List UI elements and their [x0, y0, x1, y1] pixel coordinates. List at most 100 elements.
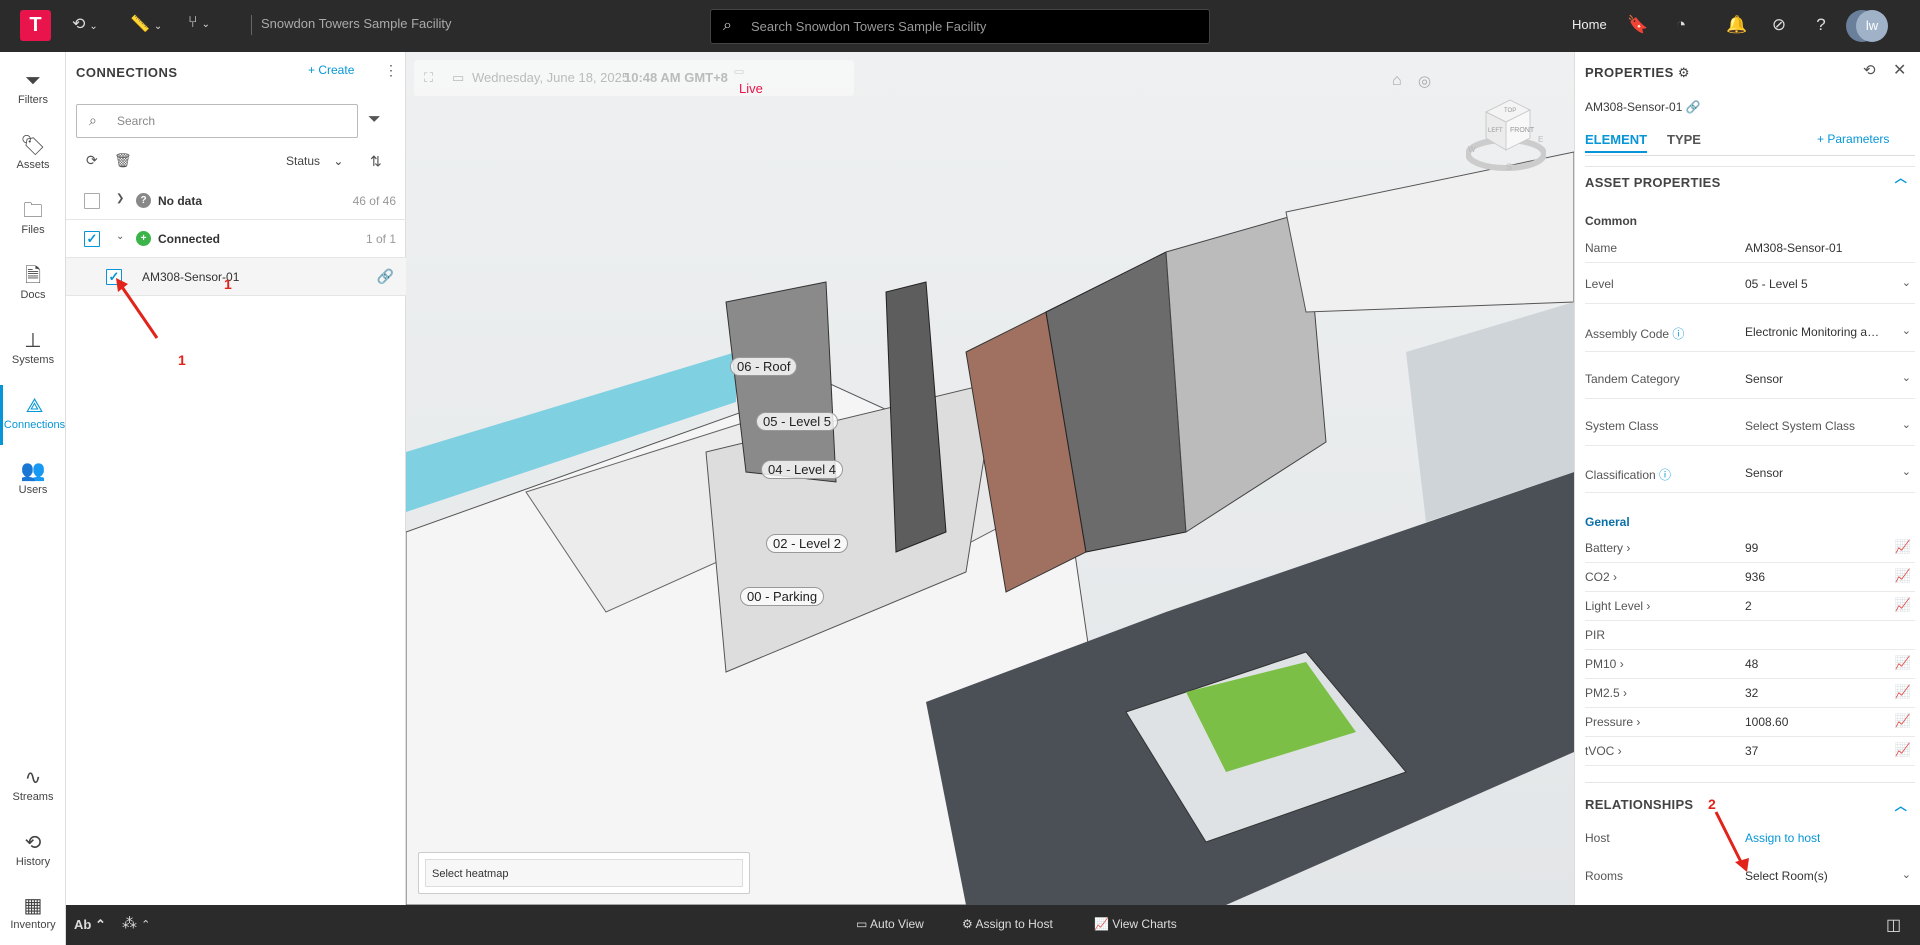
level-label-parking[interactable]: 00 - Parking — [740, 587, 825, 606]
property-row-system-class[interactable]: System Class Select System Class ⌄ — [1585, 412, 1915, 446]
link-icon[interactable]: 🔗 — [377, 268, 394, 285]
chart-icon[interactable]: 📈 — [1895, 713, 1911, 729]
help-icon[interactable]: ? — [1810, 14, 1832, 36]
calendar-icon[interactable]: ▭ — [452, 70, 464, 86]
chevron-down-icon[interactable]: ⌄ — [116, 231, 124, 242]
level-label-4[interactable]: 04 - Level 4 — [761, 460, 843, 479]
assign-to-host-button[interactable]: ⚙ Assign to Host — [962, 917, 1053, 931]
group-row-connected[interactable]: ✓ ⌄ + Connected 1 of 1 — [66, 220, 406, 258]
chart-icon[interactable]: 📈 — [1895, 742, 1911, 758]
property-row-pm25[interactable]: PM2.5 › 32 📈 — [1585, 679, 1915, 708]
property-row-pm10[interactable]: PM10 › 48 📈 — [1585, 650, 1915, 679]
property-row-tvoc[interactable]: tVOC › 37 📈 — [1585, 737, 1915, 766]
chart-icon[interactable]: 📈 — [1895, 597, 1911, 613]
orbit-tool-button[interactable]: ⟲ ⌄ — [72, 14, 112, 38]
home-link[interactable]: Home — [1572, 17, 1607, 32]
delete-icon[interactable]: 🗑 — [114, 152, 132, 169]
rail-item-docs[interactable]: 🗎 Docs — [0, 255, 66, 315]
sort-icon[interactable]: ⇅ — [370, 153, 382, 170]
property-row-pir[interactable]: PIR — [1585, 621, 1915, 650]
chevron-right-icon[interactable]: ❯ — [116, 193, 124, 204]
dashboard-icon[interactable]: ◔ — [1670, 14, 1692, 36]
bell-icon[interactable]: 🔔 — [1726, 14, 1748, 36]
chart-icon[interactable]: 📈 — [1895, 539, 1911, 555]
level-label-roof[interactable]: 06 - Roof — [730, 357, 798, 376]
assign-to-host-link[interactable]: Assign to host — [1745, 831, 1820, 845]
expand-icon[interactable]: ⛶ — [424, 70, 433, 86]
status-dropdown[interactable]: Status ⌄ — [286, 154, 343, 168]
heatmap-select-label[interactable]: Select heatmap — [425, 859, 743, 887]
date-label[interactable]: Wednesday, June 18, 2025 — [472, 70, 629, 85]
chevron-up-icon[interactable]: ︿ — [1895, 797, 1907, 814]
property-row-light-level[interactable]: Light Level › 2 📈 — [1585, 592, 1915, 621]
view-cube[interactable]: TOP LEFT FRONT S W E — [1466, 92, 1546, 172]
info-icon[interactable]: ⓘ — [1672, 327, 1684, 341]
rail-item-files[interactable]: 🗀 Files — [0, 190, 66, 250]
rail-item-users[interactable]: 👥 Users — [0, 450, 66, 510]
info-icon[interactable]: ⓘ — [1659, 468, 1671, 482]
facility-name[interactable]: Snowdon Towers Sample Facility — [261, 16, 452, 31]
panel-toggle-icon[interactable]: ◫ — [1886, 915, 1901, 935]
chevron-down-icon[interactable]: ⌄ — [1902, 418, 1911, 431]
building-model[interactable] — [406, 52, 1574, 905]
property-row-battery[interactable]: Battery › 99 📈 — [1585, 534, 1915, 563]
group-checkbox[interactable]: ✓ — [84, 231, 100, 247]
chevron-down-icon[interactable]: ⌄ — [1902, 465, 1911, 478]
close-icon[interactable]: ✕ — [1893, 60, 1906, 80]
filter-icon[interactable]: ⏷ — [368, 111, 381, 129]
global-search-input[interactable]: ⌕ Search Snowdon Towers Sample Facility — [710, 9, 1210, 44]
link-icon[interactable]: 🔗 — [1686, 100, 1701, 114]
more-options-icon[interactable]: ⋮ — [384, 62, 398, 79]
tab-element[interactable]: ELEMENT — [1585, 132, 1648, 153]
rail-item-connections[interactable]: ⟁ Connections — [0, 385, 66, 445]
property-row-tandem-category[interactable]: Tandem Category Sensor ⌄ — [1585, 365, 1915, 399]
property-value[interactable]: Sensor — [1745, 372, 1783, 386]
rail-item-systems[interactable]: ⊥ Systems — [0, 320, 66, 380]
property-row-pressure[interactable]: Pressure › 1008.60 📈 — [1585, 708, 1915, 737]
property-value[interactable]: Select System Class — [1745, 419, 1855, 433]
rail-item-history[interactable]: ⟲ History — [0, 822, 66, 882]
property-value[interactable]: Electronic Monitoring and Control — [1745, 325, 1885, 339]
heatmap-selector[interactable]: Select heatmap — [418, 852, 750, 894]
bookmark-icon[interactable]: 🔖 — [1627, 14, 1649, 36]
level-label-2[interactable]: 02 - Level 2 — [766, 534, 848, 553]
tab-type[interactable]: TYPE — [1667, 132, 1701, 151]
chart-icon[interactable]: 📈 — [1895, 655, 1911, 671]
section-tool-button[interactable]: ⑂ ⌄ — [188, 14, 228, 38]
parameters-button[interactable]: + Parameters — [1817, 132, 1889, 146]
property-value[interactable]: Select Room(s) — [1745, 869, 1828, 883]
chevron-down-icon[interactable]: ⌄ — [1902, 371, 1911, 384]
chevron-up-icon[interactable]: ︿ — [1895, 169, 1907, 186]
rail-item-assets[interactable]: 🏷 Assets — [0, 125, 66, 185]
property-row-level[interactable]: Level 05 - Level 5 ⌄ — [1585, 270, 1915, 304]
property-row-name[interactable]: Name AM308-Sensor-01 — [1585, 234, 1915, 263]
property-value[interactable]: Sensor — [1745, 466, 1783, 480]
create-button[interactable]: + Create — [308, 63, 354, 77]
3d-viewer[interactable]: ⛶ ▭ Wednesday, June 18, 2025 10:48 AM GM… — [406, 52, 1574, 905]
property-value[interactable]: AM308-Sensor-01 — [1745, 241, 1842, 255]
property-value[interactable]: 05 - Level 5 — [1745, 277, 1808, 291]
measure-tool-button[interactable]: 📏 ⌄ — [130, 14, 170, 38]
chevron-down-icon[interactable]: ⌄ — [1902, 276, 1911, 289]
group-row-no-data[interactable]: ❯ ? No data 46 of 46 — [66, 182, 406, 220]
chevron-down-icon[interactable]: ⌄ — [1902, 324, 1911, 337]
asset-properties-header[interactable]: ASSET PROPERTIES ︿ — [1585, 166, 1915, 198]
layers-icon[interactable]: ⁂ ⌃ — [122, 914, 150, 932]
annotation-text-button[interactable]: Ab ⌃ — [74, 917, 106, 933]
connections-search-input[interactable]: ⌕ Search — [76, 104, 358, 138]
gear-icon[interactable]: ⚙ — [1678, 65, 1690, 80]
rail-item-filters[interactable]: ⏷ Filters — [0, 60, 66, 120]
app-logo[interactable]: T — [20, 10, 51, 41]
property-row-assembly-code[interactable]: Assembly Code ⓘ Electronic Monitoring and… — [1585, 318, 1915, 352]
compass-icon[interactable]: ⊘ — [1768, 14, 1790, 36]
property-row-co2[interactable]: CO2 › 936 📈 — [1585, 563, 1915, 592]
property-row-classification[interactable]: Classification ⓘ Sensor ⌄ — [1585, 459, 1915, 493]
rail-item-inventory[interactable]: ▦ Inventory — [0, 885, 66, 945]
chevron-down-icon[interactable]: ⌄ — [1902, 868, 1911, 881]
chart-icon[interactable]: 📈 — [1895, 568, 1911, 584]
group-checkbox[interactable] — [84, 193, 100, 209]
chart-icon[interactable]: 📈 — [1895, 684, 1911, 700]
refresh-link-icon[interactable]: ⟳ — [86, 152, 98, 169]
view-charts-button[interactable]: 📈 View Charts — [1094, 917, 1177, 931]
avatar[interactable]: lw — [1856, 10, 1888, 42]
